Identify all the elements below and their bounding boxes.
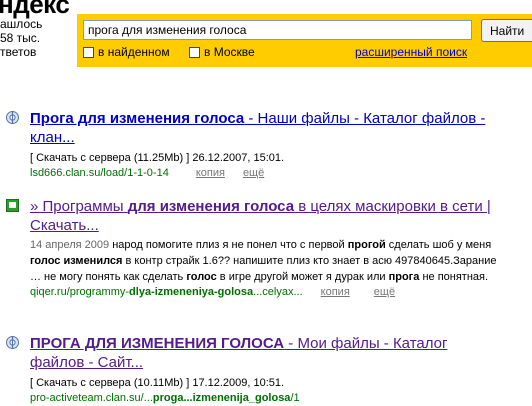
snippet-text: не понятная. xyxy=(419,271,489,283)
snippet-highlight: прогой xyxy=(347,239,386,251)
url-highlight: dlya-izmeneniya-golosa xyxy=(129,286,254,298)
narod-favicon-icon xyxy=(6,111,19,124)
result-url[interactable]: qiqer.ru/programmy-dlya-izmeneniya-golos… xyxy=(30,286,303,298)
search-result: ПРОГА ДЛЯ ИЗМЕНЕНИЯ ГОЛОСА - Мои файлы -… xyxy=(30,334,500,406)
option-in-found[interactable]: в найденном xyxy=(83,44,170,60)
in-found-label: в найденном xyxy=(98,45,170,59)
snippet-text: народ помогите плиз я не понел что с пер… xyxy=(109,239,348,251)
snippet-highlight: голос изменился xyxy=(30,255,123,267)
more-link[interactable]: ещё xyxy=(243,167,264,179)
option-in-moscow[interactable]: в Москве xyxy=(189,44,255,60)
snippet-highlight: прога xyxy=(388,271,420,283)
in-found-checkbox[interactable] xyxy=(83,46,94,58)
yandex-logo[interactable]: ндекс xyxy=(0,0,70,18)
snippet-text: сделать шоб у меня xyxy=(385,239,492,251)
find-button[interactable]: Найти xyxy=(481,19,532,42)
result-title-highlight: ПРОГА ДЛЯ ИЗМЕНЕНИЯ ГОЛОСА xyxy=(30,335,285,352)
search-result: Прога для изменения голоса - Наши файлы … xyxy=(30,109,500,181)
site-favicon-icon xyxy=(6,199,19,212)
result-url-line: lsd666.clan.su/load/1-1-0-14 копия ещё xyxy=(30,166,500,181)
result-title-link[interactable]: Прога для изменения голоса - Наши файлы … xyxy=(30,109,500,147)
url-highlight: proga...izmenenija_golosa xyxy=(152,392,291,404)
result-url-line: qiqer.ru/programmy-dlya-izmeneniya-golos… xyxy=(30,285,500,300)
snippet-highlight: голос xyxy=(186,271,217,283)
search-input[interactable] xyxy=(83,20,472,40)
result-title-prefix: » Программы xyxy=(30,198,128,215)
results-count: ашлось 58 тыс. тветов xyxy=(0,17,76,59)
cached-copy-link[interactable]: копия xyxy=(321,286,350,298)
result-title-highlight: для изменения голоса xyxy=(127,198,295,215)
more-link[interactable]: ещё xyxy=(374,286,395,298)
search-result: » Программы для изменения голоса в целях… xyxy=(30,197,500,300)
result-snippet: 14 апреля 2009 народ помогите плиз я не … xyxy=(30,237,500,285)
result-title-link[interactable]: ПРОГА ДЛЯ ИЗМЕНЕНИЯ ГОЛОСА - Мои файлы -… xyxy=(30,334,500,372)
narod-favicon-icon xyxy=(6,336,19,349)
cached-copy-link[interactable]: копия xyxy=(196,167,225,179)
result-date: 14 апреля 2009 xyxy=(30,239,110,251)
results-count-line-2: 58 тыс. xyxy=(0,31,41,45)
advanced-search-link[interactable]: расширенный поиск xyxy=(355,45,467,59)
result-title-highlight: Прога для изменения голоса xyxy=(30,110,245,127)
url-text: /1 xyxy=(290,392,300,404)
in-moscow-checkbox[interactable] xyxy=(189,46,200,58)
url-text: pro-activeteam.clan.su/... xyxy=(30,392,153,404)
results-count-line-1: ашлось xyxy=(0,17,43,31)
result-title-link[interactable]: » Программы для изменения голоса в целях… xyxy=(30,197,500,235)
snippet-text: в игре другой может я дурак или xyxy=(216,271,389,283)
result-url[interactable]: lsd666.clan.su/load/1-1-0-14 xyxy=(30,167,169,179)
in-moscow-label: в Москве xyxy=(204,45,255,59)
results-count-line-3: тветов xyxy=(0,45,37,59)
url-text: ...celyax... xyxy=(253,286,303,298)
result-snippet: [ Скачать с сервера (10.11Mb) ] 17.12.20… xyxy=(30,377,285,389)
result-snippet: [ Скачать с сервера (11.25Mb) ] 26.12.20… xyxy=(30,152,285,164)
result-url[interactable]: pro-activeteam.clan.su/...proga...izmene… xyxy=(30,392,300,404)
url-text: qiqer.ru/programmy- xyxy=(30,286,130,298)
